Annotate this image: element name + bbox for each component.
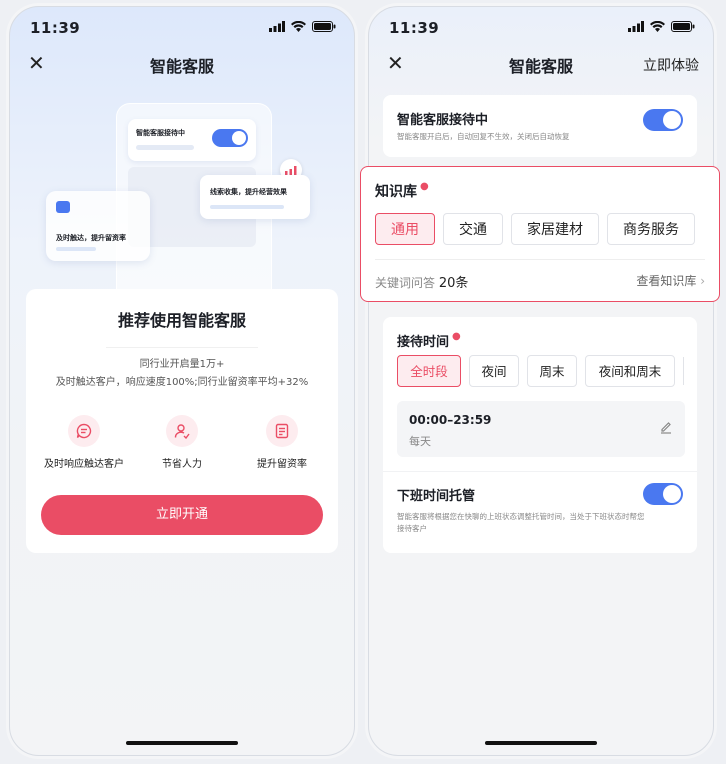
- battery-icon: [312, 21, 336, 32]
- recommend-card: 推荐使用智能客服 同行业开启量1万+ 及时触达客户，响应速度100%;同行业留资…: [26, 289, 338, 553]
- signal-icon: [269, 21, 285, 32]
- time-tag-night-weekend[interactable]: 夜间和周末: [585, 355, 675, 387]
- knowledge-base-panel: 知识库 ● 通用 交通 家居建材 商务服务 关键词问答 20条 查看知识库 ›: [360, 166, 720, 302]
- knowledge-base-title: 知识库 ●: [375, 181, 429, 200]
- time-tag-weekend[interactable]: 周末: [527, 355, 577, 387]
- kb-tag-business[interactable]: 商务服务: [607, 213, 695, 245]
- illustration-reach-card: 及时触达，提升留资率: [46, 191, 150, 261]
- phone-left: 11:39 ✕ 智能客服 智能客服接待中 线索收集，提升经营效果 及时触达，提升…: [9, 6, 355, 756]
- user-check-icon: [166, 415, 198, 447]
- page-title: 智能客服: [149, 57, 214, 76]
- time-range: 00:00–23:59: [409, 413, 492, 427]
- time-tag-night[interactable]: 夜间: [469, 355, 519, 387]
- time-tag-overflow: [683, 357, 684, 385]
- message-icon: [56, 201, 70, 213]
- recommend-desc: 及时触达客户，响应速度100%;同行业留资率平均+32%: [55, 377, 309, 388]
- phone-right: 11:39 ✕ 智能客服 立即体验 智能客服接待中 智能客服开启后，自动回复不生…: [368, 6, 714, 756]
- off-duty-desc: 智能客服将根据您在快聊的上班状态调整托管时间，当处于下班状态时帮您接待客户: [397, 512, 645, 533]
- illustration-reception-label: 智能客服接待中: [136, 129, 185, 137]
- signal-icon: [628, 21, 644, 32]
- kb-tag-traffic[interactable]: 交通: [443, 213, 503, 245]
- status-icons: [269, 21, 336, 32]
- reception-toggle[interactable]: [643, 109, 683, 131]
- reception-card: 智能客服接待中 智能客服开启后，自动回复不生效，关闭后自动恢复: [383, 95, 697, 157]
- kb-tag-home-building[interactable]: 家居建材: [511, 213, 599, 245]
- form-icon: [266, 415, 298, 447]
- feature-retention: 提升留资率: [230, 415, 334, 470]
- off-duty-title: 下班时间托管: [397, 489, 476, 504]
- edit-icon[interactable]: [659, 419, 673, 438]
- reception-time-card: 接待时间 ● 全时段 夜间 周末 夜间和周末 00:00–23:59 每天 下班时…: [383, 317, 697, 553]
- recommend-title: 推荐使用智能客服: [117, 311, 246, 330]
- wifi-icon: [291, 21, 306, 32]
- view-knowledge-base-link[interactable]: 查看知识库 ›: [636, 272, 705, 289]
- chat-icon: [68, 415, 100, 447]
- status-icons: [628, 21, 695, 32]
- time-range-repeat: 每天: [409, 435, 431, 448]
- battery-icon: [671, 21, 695, 32]
- illustration-leads-card: 线索收集，提升经营效果: [200, 175, 310, 219]
- feature-retention-label: 提升留资率: [257, 459, 307, 470]
- illustration-reception-card: 智能客服接待中: [128, 119, 256, 161]
- card-divider: [383, 471, 697, 472]
- feature-save-labor: 节省人力: [130, 415, 234, 470]
- open-now-button[interactable]: 立即开通: [41, 495, 323, 535]
- illustration-reach-label: 及时触达，提升留资率: [56, 234, 126, 242]
- wifi-icon: [650, 21, 665, 32]
- home-indicator[interactable]: [126, 741, 238, 745]
- home-indicator[interactable]: [485, 741, 597, 745]
- feature-respond: 及时响应触达客户: [32, 415, 136, 470]
- reception-title: 智能客服接待中: [397, 113, 489, 128]
- recommend-divider: [106, 347, 258, 348]
- recommend-stat: 同行业开启量1万+: [139, 359, 225, 370]
- chevron-right-icon: ›: [700, 274, 705, 288]
- reception-time-title: 接待时间 ●: [397, 331, 461, 350]
- kb-divider: [375, 259, 705, 260]
- feature-save-labor-label: 节省人力: [162, 459, 202, 470]
- illustration-toggle-icon: [212, 129, 248, 147]
- kb-tag-general[interactable]: 通用: [375, 213, 435, 245]
- kb-keyword-count: 关键词问答 20条: [375, 276, 469, 291]
- status-time: 11:39: [30, 19, 81, 37]
- status-time: 11:39: [389, 19, 440, 37]
- illustration-leads-label: 线索收集，提升经营效果: [210, 188, 287, 196]
- feature-respond-label: 及时响应触达客户: [44, 459, 124, 470]
- try-now-button[interactable]: 立即体验: [643, 55, 699, 75]
- time-range-box[interactable]: 00:00–23:59 每天: [397, 401, 685, 457]
- reception-desc: 智能客服开启后，自动回复不生效，关闭后自动恢复: [397, 132, 570, 141]
- time-tag-all[interactable]: 全时段: [397, 355, 461, 387]
- off-duty-toggle[interactable]: [643, 483, 683, 505]
